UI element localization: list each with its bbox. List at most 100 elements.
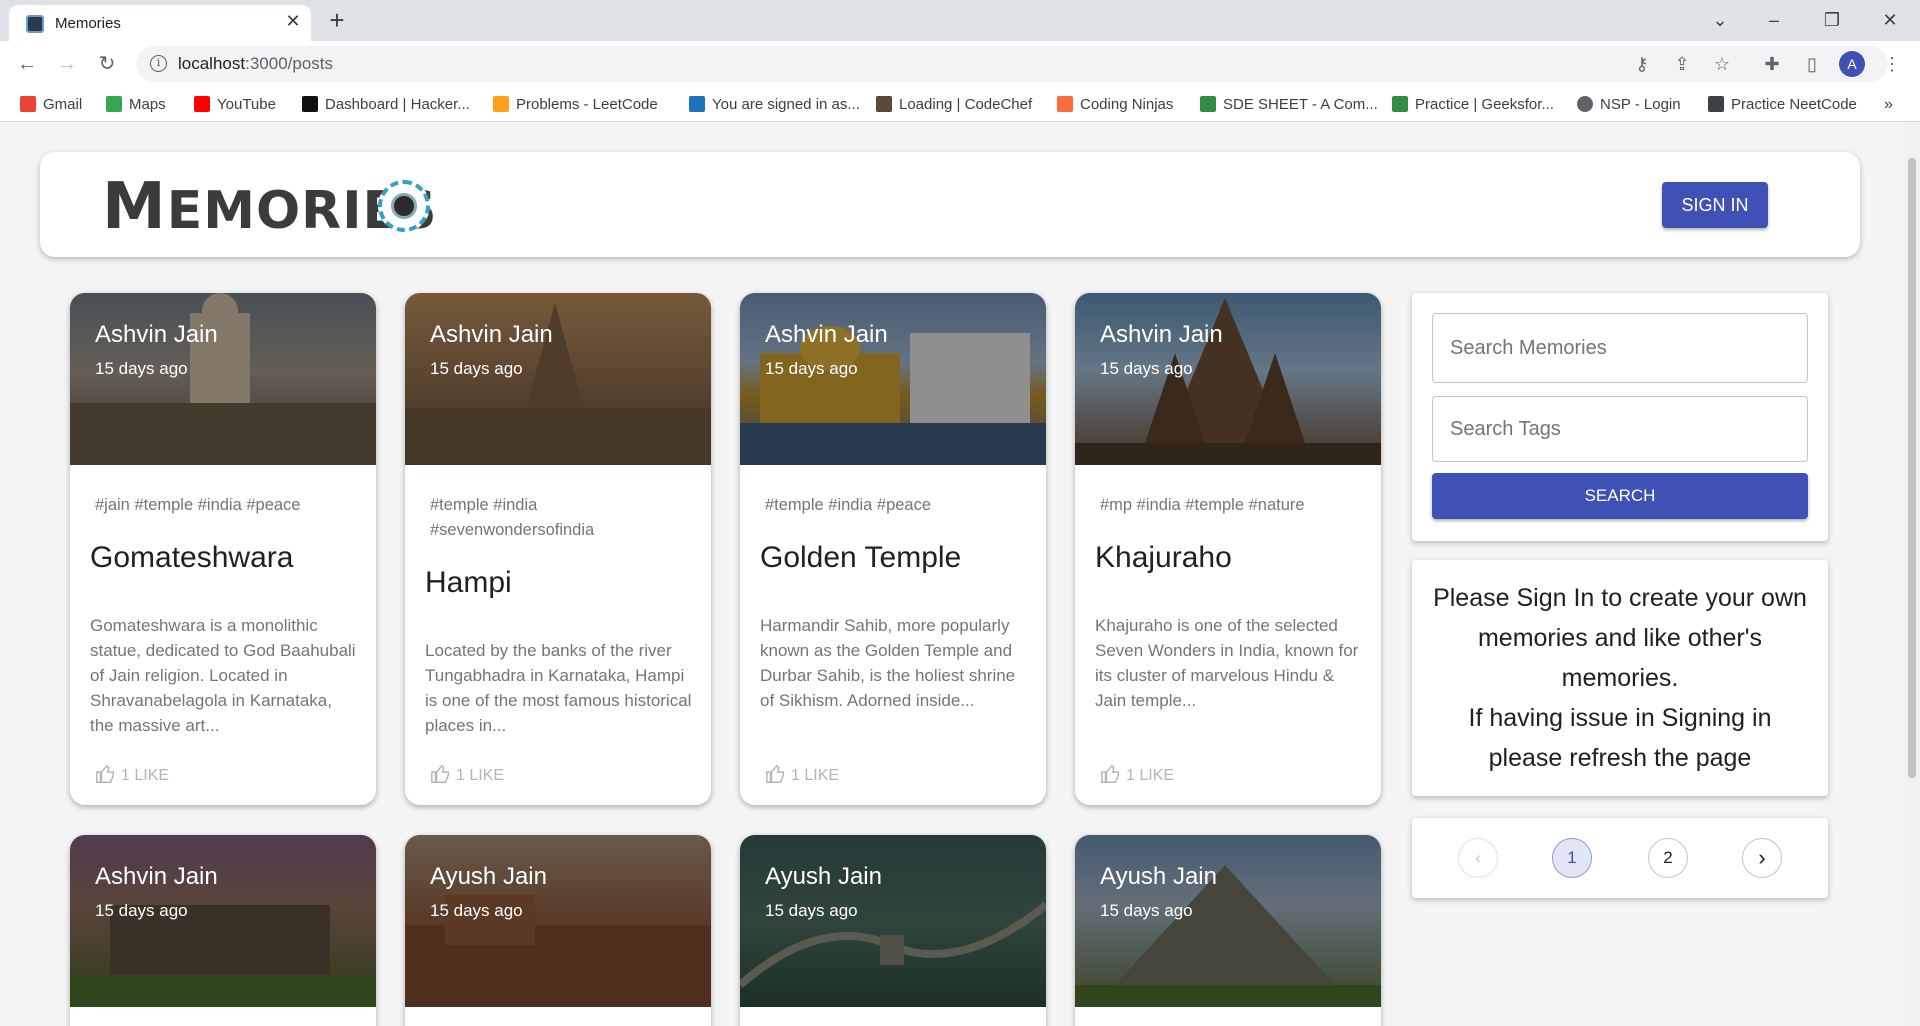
- bookmark-gmail[interactable]: Gmail: [20, 96, 82, 114]
- bookmark-sde-sheet[interactable]: SDE SHEET - A Com...: [1200, 96, 1378, 114]
- bookmark-codechef[interactable]: Loading | CodeChef: [876, 96, 1032, 114]
- bookmark-hackerrank[interactable]: Dashboard | Hacker...: [302, 96, 470, 114]
- post-card[interactable]: Ashvin Jain 15 days ago #temple #india #…: [405, 293, 711, 805]
- notice-line: Please Sign In to create your own memori…: [1433, 584, 1807, 692]
- password-key-icon[interactable]: ⚷: [1627, 49, 1657, 79]
- post-time: 15 days ago: [95, 359, 188, 378]
- great-wall-illustration: [740, 901, 1046, 989]
- bookmark-star-icon[interactable]: ☆: [1707, 49, 1737, 79]
- like-count: 1 LIKE: [1126, 767, 1175, 784]
- post-time: 15 days ago: [1100, 901, 1193, 920]
- post-card[interactable]: Ashvin Jain 15 days ago #jain #temple #i…: [70, 293, 376, 805]
- post-time: 15 days ago: [95, 901, 188, 920]
- forward-icon[interactable]: →: [52, 49, 82, 79]
- close-window-icon[interactable]: ✕: [1868, 4, 1912, 36]
- post-description: Harmandir Sahib, more popularly known as…: [760, 616, 1016, 710]
- search-tags-input[interactable]: [1432, 396, 1808, 462]
- search-memories-input[interactable]: [1432, 313, 1808, 383]
- minimize-icon[interactable]: –: [1752, 4, 1796, 36]
- bookmark-gfg-practice[interactable]: Practice | Geeksfor...: [1392, 96, 1554, 114]
- gmail-icon: [20, 96, 36, 112]
- side-panel-icon[interactable]: ▯: [1797, 49, 1827, 79]
- restore-icon[interactable]: ❐: [1810, 4, 1854, 36]
- page-button-1[interactable]: 1: [1552, 838, 1592, 878]
- codechef-icon: [876, 96, 892, 112]
- temple-illustration: [405, 303, 711, 465]
- browser-menu-icon[interactable]: ⋮: [1877, 49, 1907, 79]
- post-creator: Ashvin Jain: [1100, 321, 1223, 348]
- share-icon[interactable]: ⇪: [1667, 49, 1697, 79]
- bookmark-label: NSP - Login: [1600, 96, 1681, 113]
- more-bookmarks-icon[interactable]: »: [1884, 96, 1893, 114]
- post-tags: #temple #india #sevenwondersofindia: [430, 496, 595, 539]
- new-tab-icon[interactable]: +: [322, 6, 352, 36]
- bookmark-maps[interactable]: Maps: [106, 96, 166, 114]
- tab-title: Memories: [55, 15, 121, 32]
- page-scrollbar[interactable]: [1904, 122, 1920, 1026]
- post-image: [740, 293, 1046, 465]
- bookmark-label: Maps: [129, 96, 166, 113]
- sign-in-button[interactable]: SIGN IN: [1662, 182, 1768, 228]
- browser-tab[interactable]: Memories ✕: [9, 5, 311, 41]
- ruins-illustration: [405, 895, 711, 1007]
- post-card[interactable]: Ayush Jain 15 days ago: [405, 835, 711, 1026]
- like-button[interactable]: 1 LIKE: [1100, 763, 1174, 785]
- post-card[interactable]: Ayush Jain 15 days ago: [740, 835, 1046, 1026]
- post-title: Golden Temple: [760, 541, 962, 574]
- bookmark-coding-ninjas[interactable]: Coding Ninjas: [1057, 96, 1173, 114]
- bookmark-neetcode[interactable]: Practice NeetCode: [1708, 96, 1857, 114]
- address-bar[interactable]: i localhost:3000/posts: [136, 46, 1888, 82]
- statue-illustration: [70, 293, 376, 465]
- profile-avatar[interactable]: A: [1839, 51, 1865, 77]
- search-button[interactable]: SEARCH: [1432, 473, 1808, 519]
- pagination: ‹ 1 2 ›: [1412, 818, 1828, 898]
- reload-icon[interactable]: ↻: [92, 49, 122, 79]
- post-card[interactable]: Ashvin Jain 15 days ago #temple #india #…: [740, 293, 1046, 805]
- post-card[interactable]: Ashvin Jain 15 days ago #mp #india #temp…: [1075, 293, 1381, 805]
- like-count: 1 LIKE: [791, 767, 840, 784]
- hackerrank-icon: [302, 96, 318, 112]
- bookmark-label: Dashboard | Hacker...: [325, 96, 470, 113]
- close-tab-icon[interactable]: ✕: [283, 11, 303, 31]
- next-page-chevron-icon[interactable]: ›: [1742, 838, 1782, 878]
- back-icon[interactable]: ←: [12, 49, 42, 79]
- post-tags: #jain #temple #india #peace: [95, 496, 301, 514]
- like-button[interactable]: 1 LIKE: [95, 763, 169, 785]
- bookmarks-bar: Gmail Maps YouTube Dashboard | Hacker...…: [0, 87, 1920, 122]
- previous-page-chevron-icon[interactable]: ‹: [1458, 838, 1498, 878]
- post-card[interactable]: Ayush Jain 15 days ago: [1075, 835, 1381, 1026]
- browser-tab-strip: Memories ✕ + ⌄ – ❐ ✕: [0, 0, 1920, 41]
- scrollbar-thumb[interactable]: [1908, 158, 1916, 778]
- bookmark-nsp-login[interactable]: NSP - Login: [1577, 96, 1681, 114]
- post-card[interactable]: Ashvin Jain 15 days ago: [70, 835, 376, 1026]
- khajuraho-illustration: [1075, 298, 1381, 465]
- pyramid-illustration: [1075, 865, 1381, 1007]
- bookmark-label: Coding Ninjas: [1080, 96, 1174, 113]
- post-creator: Ashvin Jain: [430, 321, 553, 348]
- post-creator: Ashvin Jain: [95, 321, 218, 348]
- post-description: Located by the banks of the river Tungab…: [425, 641, 692, 735]
- tab-search-chevron-icon[interactable]: ⌄: [1698, 4, 1742, 36]
- app-bar: MEMORIES SIGN IN: [40, 152, 1860, 257]
- extensions-icon[interactable]: ✚: [1757, 49, 1787, 79]
- leetcode-icon: [493, 96, 509, 112]
- post-image: [1075, 293, 1381, 465]
- like-button[interactable]: 1 LIKE: [430, 763, 504, 785]
- post-time: 15 days ago: [1100, 359, 1193, 378]
- bookmark-spoj[interactable]: You are signed in as...: [689, 96, 860, 114]
- thumb-up-icon: [431, 764, 450, 783]
- post-creator: Ayush Jain: [1100, 863, 1217, 890]
- lens-center: [391, 193, 417, 219]
- site-info-icon[interactable]: i: [150, 55, 167, 72]
- thumb-up-icon: [96, 764, 115, 783]
- bookmark-youtube[interactable]: YouTube: [194, 96, 276, 114]
- notice-text: Please Sign In to create your own memori…: [1412, 578, 1828, 778]
- like-button[interactable]: 1 LIKE: [765, 763, 839, 785]
- post-title: Hampi: [425, 566, 512, 599]
- post-description: Gomateshwara is a monolithic statue, ded…: [90, 616, 356, 735]
- bookmark-leetcode[interactable]: Problems - LeetCode: [493, 96, 658, 114]
- geeksforgeeks-icon: [1200, 96, 1216, 112]
- page-button-2[interactable]: 2: [1648, 838, 1688, 878]
- post-image: [405, 835, 711, 1007]
- post-creator: Ayush Jain: [430, 863, 547, 890]
